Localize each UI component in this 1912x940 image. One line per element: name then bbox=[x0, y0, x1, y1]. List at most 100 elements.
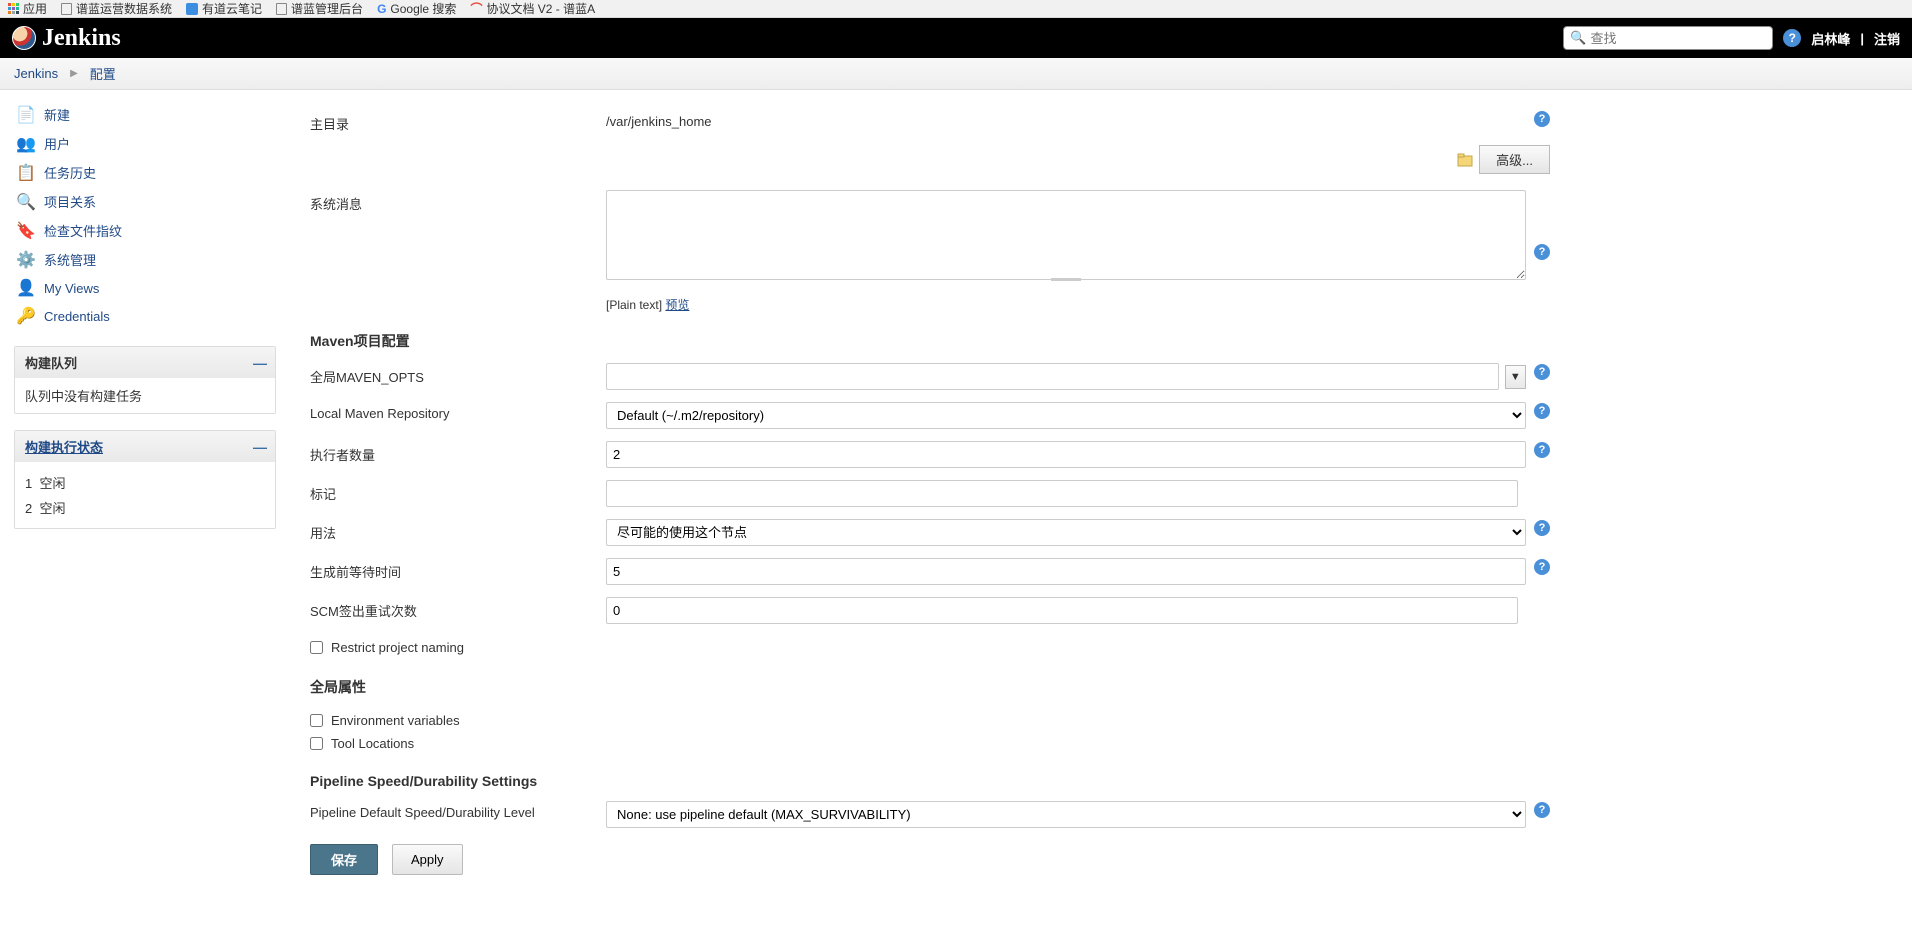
tool-locations-checkbox[interactable] bbox=[310, 737, 323, 750]
search-icon: 🔍 bbox=[16, 193, 36, 211]
bookmark-item[interactable]: G Google 搜索 bbox=[377, 0, 456, 17]
help-icon[interactable]: ? bbox=[1534, 364, 1550, 380]
help-icon[interactable]: ? bbox=[1534, 520, 1550, 536]
bookmark-label: 谱蓝运营数据系统 bbox=[76, 0, 172, 17]
sidebar-item-label: My Views bbox=[44, 281, 99, 296]
local-maven-repo-label: Local Maven Repository bbox=[310, 402, 606, 421]
build-queue-panel: 构建队列 — 队列中没有构建任务 bbox=[14, 346, 276, 414]
labels-label: 标记 bbox=[310, 480, 606, 503]
sidebar-item-new[interactable]: 📄 新建 bbox=[14, 100, 276, 129]
sidebar-item-people[interactable]: 👥用户 bbox=[14, 129, 276, 158]
home-dir-label: 主目录 bbox=[310, 110, 606, 133]
sidebar-item-manage[interactable]: ⚙️系统管理 bbox=[14, 245, 276, 274]
scm-retry-input[interactable] bbox=[606, 597, 1518, 624]
apps-label: 应用 bbox=[23, 0, 47, 17]
history-icon: 📋 bbox=[16, 164, 36, 182]
env-vars-label: Environment variables bbox=[331, 713, 460, 728]
breadcrumb-page[interactable]: 配置 bbox=[90, 64, 116, 83]
save-button[interactable]: 保存 bbox=[310, 844, 378, 875]
restrict-naming-label: Restrict project naming bbox=[331, 640, 464, 655]
labels-input[interactable] bbox=[606, 480, 1518, 507]
bookmark-item[interactable]: ⌒协议文档 V2 - 谱蓝A bbox=[470, 0, 595, 17]
jenkins-logo[interactable]: Jenkins bbox=[12, 25, 121, 52]
apply-button[interactable]: Apply bbox=[392, 844, 463, 875]
bookmark-item[interactable]: 谱蓝运营数据系统 bbox=[61, 0, 172, 17]
pipeline-default-label: Pipeline Default Speed/Durability Level bbox=[310, 801, 606, 820]
help-icon[interactable]: ? bbox=[1534, 442, 1550, 458]
sidebar-item-relations[interactable]: 🔍项目关系 bbox=[14, 187, 276, 216]
env-vars-checkbox[interactable] bbox=[310, 714, 323, 727]
executors-input[interactable] bbox=[606, 441, 1526, 468]
bookmark-item[interactable]: 谱蓝管理后台 bbox=[276, 0, 363, 17]
build-queue-empty: 队列中没有构建任务 bbox=[25, 386, 265, 405]
file-icon bbox=[276, 3, 287, 15]
quiet-period-input[interactable] bbox=[606, 558, 1526, 585]
system-message-textarea[interactable] bbox=[606, 190, 1526, 280]
chevron-right-icon: ▶ bbox=[70, 68, 78, 79]
breadcrumb-root[interactable]: Jenkins bbox=[14, 66, 58, 81]
executor-status: 空闲 bbox=[39, 476, 65, 491]
advanced-button[interactable]: 高级... bbox=[1479, 145, 1550, 174]
pipeline-section-title: Pipeline Speed/Durability Settings bbox=[310, 773, 1550, 789]
bookmarks-bar: 应用 谱蓝运营数据系统 有道云笔记 谱蓝管理后台 G Google 搜索 ⌒协议文… bbox=[0, 0, 1912, 18]
help-icon[interactable]: ? bbox=[1534, 244, 1550, 260]
sidebar-item-label: Credentials bbox=[44, 309, 110, 324]
executor-row: 1 空闲 bbox=[25, 470, 265, 495]
executor-num: 1 bbox=[25, 476, 32, 491]
home-dir-value: /var/jenkins_home bbox=[606, 110, 712, 129]
top-header: Jenkins 🔍 ? 启林峰 | 注销 bbox=[0, 18, 1912, 58]
bookmark-label: 有道云笔记 bbox=[202, 0, 262, 17]
search-box[interactable]: 🔍 bbox=[1563, 26, 1773, 50]
youdao-icon bbox=[186, 3, 198, 15]
brand-text: Jenkins bbox=[42, 25, 121, 52]
user-link[interactable]: 启林峰 bbox=[1811, 29, 1850, 48]
resize-handle[interactable] bbox=[606, 278, 1526, 284]
people-icon: 👥 bbox=[16, 135, 36, 153]
google-icon: G bbox=[377, 2, 386, 16]
executor-title[interactable]: 构建执行状态 bbox=[25, 437, 103, 456]
help-icon[interactable]: ? bbox=[1534, 403, 1550, 419]
search-icon: 🔍 bbox=[1570, 30, 1586, 46]
tool-locations-label: Tool Locations bbox=[331, 736, 414, 751]
sidebar-item-label: 任务历史 bbox=[44, 163, 96, 182]
pipeline-default-select[interactable]: None: use pipeline default (MAX_SURVIVAB… bbox=[606, 801, 1526, 828]
collapse-icon[interactable]: — bbox=[253, 355, 265, 371]
restrict-naming-checkbox[interactable] bbox=[310, 641, 323, 654]
sidebar-item-fingerprint[interactable]: 🔖检查文件指纹 bbox=[14, 216, 276, 245]
usage-select[interactable]: 尽可能的使用这个节点 bbox=[606, 519, 1526, 546]
breadcrumb: Jenkins ▶ 配置 bbox=[0, 58, 1912, 90]
fingerprint-icon: 🔖 bbox=[16, 222, 36, 240]
sidebar: 📄 新建 👥用户 📋 任务历史 🔍项目关系 🔖检查文件指纹 ⚙️系统管理 👤 My V… bbox=[0, 90, 290, 895]
search-input[interactable] bbox=[1591, 31, 1767, 46]
executor-status: 空闲 bbox=[39, 501, 65, 516]
new-icon: 📄 bbox=[16, 106, 36, 124]
global-props-title: 全局属性 bbox=[310, 677, 1550, 697]
system-message-label: 系统消息 bbox=[310, 190, 606, 213]
apps-icon bbox=[8, 3, 19, 14]
file-icon bbox=[1457, 153, 1473, 167]
bookmark-label: Google 搜索 bbox=[390, 0, 456, 17]
executor-row: 2 空闲 bbox=[25, 495, 265, 520]
user-icon: 👤 bbox=[16, 279, 36, 297]
file-icon bbox=[61, 3, 72, 15]
help-icon[interactable]: ? bbox=[1534, 559, 1550, 575]
logout-link[interactable]: 注销 bbox=[1874, 29, 1900, 48]
sidebar-item-credentials[interactable]: 🔑Credentials bbox=[14, 302, 276, 330]
sidebar-item-label: 新建 bbox=[44, 105, 70, 124]
bookmark-label: 协议文档 V2 - 谱蓝A bbox=[486, 0, 595, 17]
expand-button[interactable]: ▼ bbox=[1505, 365, 1526, 389]
maven-opts-input[interactable] bbox=[606, 363, 1499, 390]
doc-icon: ⌒ bbox=[470, 0, 482, 17]
help-icon[interactable]: ? bbox=[1783, 29, 1801, 47]
collapse-icon[interactable]: — bbox=[253, 439, 265, 455]
preview-link[interactable]: 预览 bbox=[665, 298, 689, 312]
bookmark-item[interactable]: 有道云笔记 bbox=[186, 0, 262, 17]
sidebar-item-myviews[interactable]: 👤 My Views bbox=[14, 274, 276, 302]
help-icon[interactable]: ? bbox=[1534, 111, 1550, 127]
apps-button[interactable]: 应用 bbox=[8, 0, 47, 17]
maven-section-title: Maven项目配置 bbox=[310, 331, 1550, 351]
local-maven-repo-select[interactable]: Default (~/.m2/repository) bbox=[606, 402, 1526, 429]
help-icon[interactable]: ? bbox=[1534, 802, 1550, 818]
sidebar-item-history[interactable]: 📋 任务历史 bbox=[14, 158, 276, 187]
executor-panel: 构建执行状态 — 1 空闲 2 空闲 bbox=[14, 430, 276, 529]
